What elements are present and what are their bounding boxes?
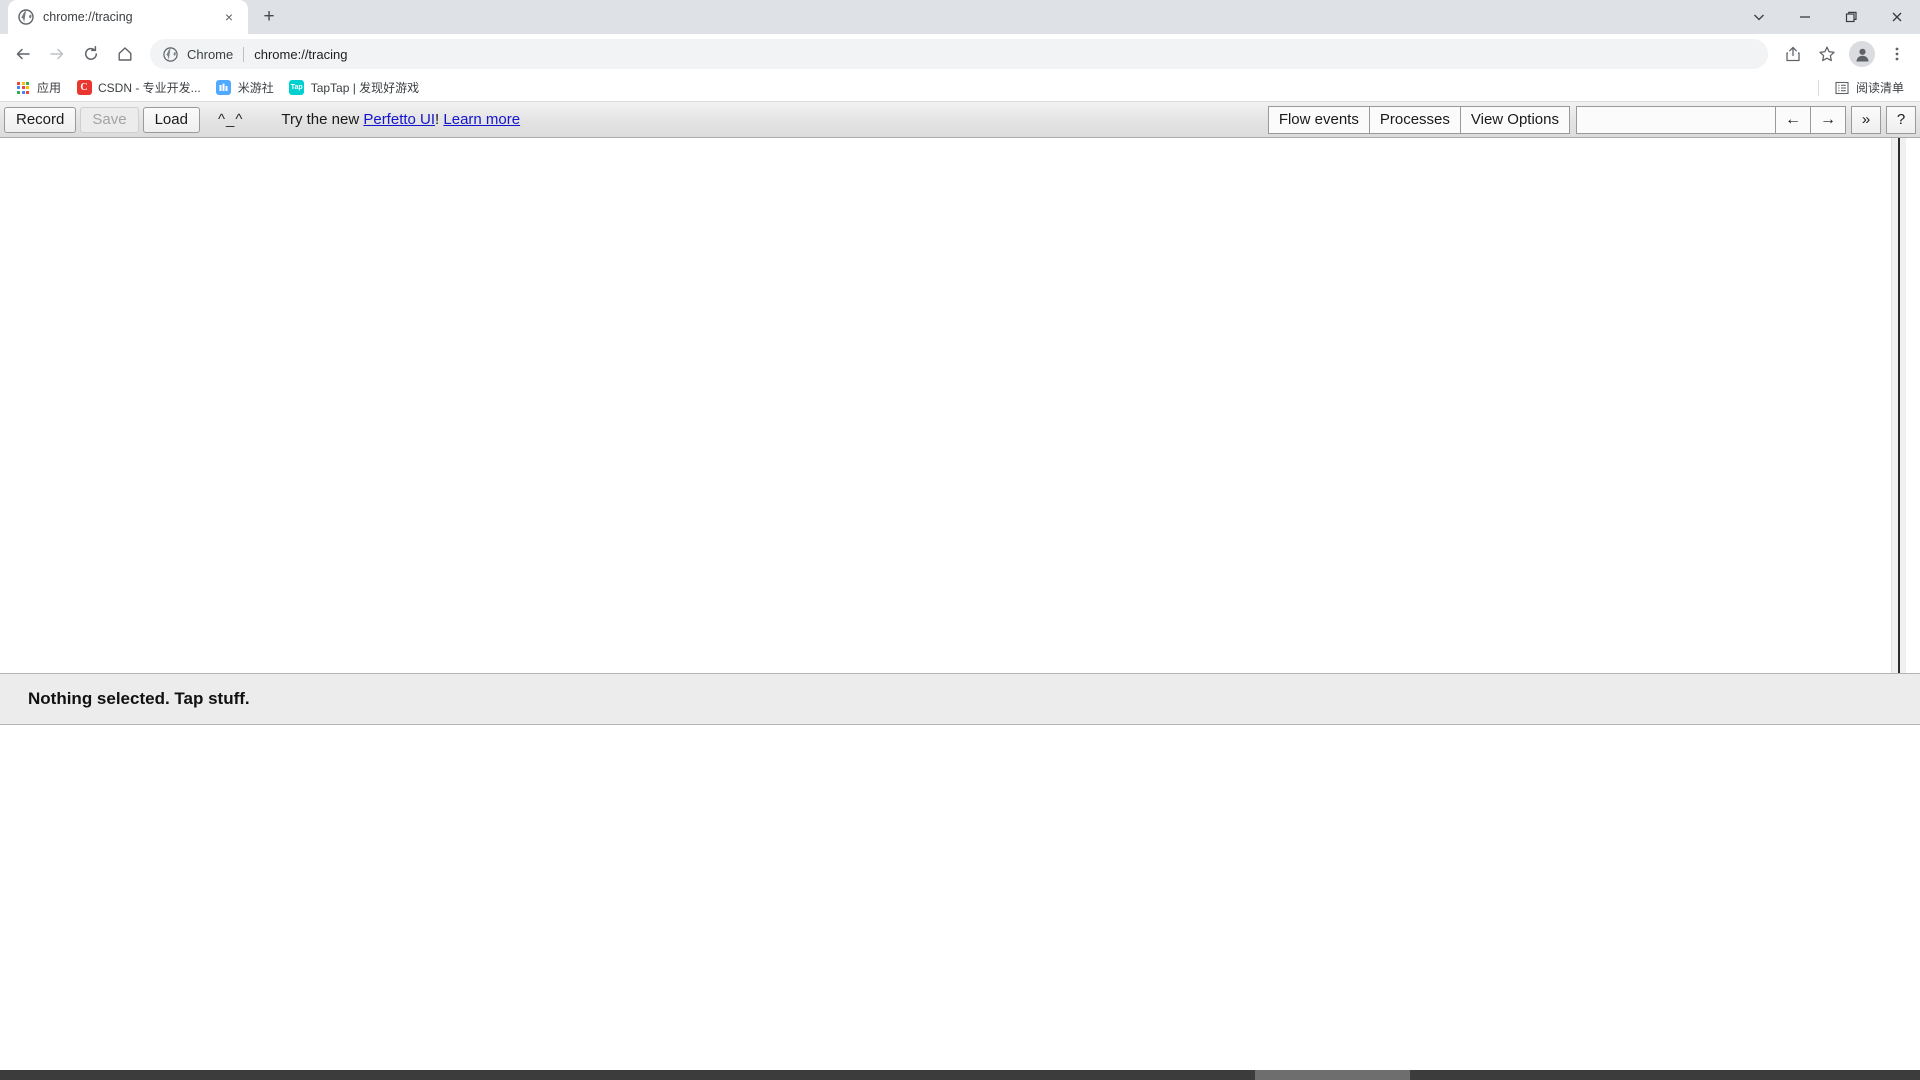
timeline-right-margin (1906, 138, 1920, 673)
csdn-icon-text: C (76, 80, 92, 95)
record-button[interactable]: Record (4, 106, 77, 133)
browser-tab[interactable]: chrome://tracing × (8, 0, 248, 34)
learn-more-link[interactable]: Learn more (443, 111, 520, 128)
timeline-canvas[interactable] (0, 138, 1920, 673)
perfetto-ui-link[interactable]: Perfetto UI (363, 111, 435, 128)
close-icon[interactable] (1874, 0, 1920, 34)
forward-button[interactable] (40, 37, 74, 71)
perfetto-notice: Try the new Perfetto UI! Learn more (281, 111, 520, 128)
omnibox-url[interactable]: chrome://tracing (254, 47, 347, 62)
close-icon[interactable]: × (220, 8, 238, 26)
star-icon[interactable] (1810, 37, 1844, 71)
timeline-tracks-area[interactable] (0, 138, 1891, 673)
processes-button[interactable]: Processes (1368, 105, 1461, 134)
avatar[interactable] (1849, 41, 1875, 67)
timeline-scrollbar[interactable] (1891, 138, 1906, 673)
tracing-app: Record Save Load ^_^ Try the new Perfett… (0, 102, 1920, 1070)
address-bar[interactable]: Chrome chrome://tracing (150, 39, 1768, 69)
taskbar-segment-right (1410, 1070, 1920, 1080)
browser-window: chrome://tracing × + Chrome chrome://tra… (0, 0, 1920, 1080)
toolbar-right-group: Flow events Processes View Options ← → »… (1267, 105, 1916, 134)
reading-list-label: 阅读清单 (1855, 81, 1904, 95)
omnibox-separator (243, 46, 245, 62)
maximize-icon[interactable] (1828, 0, 1874, 34)
back-button[interactable] (6, 37, 40, 71)
chrome-tracing-globe-icon (18, 9, 34, 25)
tab-title: chrome://tracing (43, 10, 133, 24)
taptap-icon: Tap (289, 80, 305, 96)
bookmark-apps[interactable]: 应用 (8, 77, 68, 99)
help-button[interactable]: ? (1886, 105, 1916, 134)
csdn-icon: C (76, 80, 92, 96)
notice-prefix: Try the new (281, 111, 364, 128)
chevron-down-icon[interactable] (1736, 0, 1782, 34)
share-icon[interactable] (1776, 37, 1810, 71)
tracing-toolbar: Record Save Load ^_^ Try the new Perfett… (0, 102, 1920, 138)
bookmarks-divider (1817, 79, 1819, 96)
overflow-button[interactable]: » (1851, 105, 1881, 134)
taskbar-segment-left (0, 1070, 1255, 1080)
browser-menu-button[interactable] (1880, 37, 1914, 71)
search-input[interactable] (1576, 105, 1776, 134)
home-button[interactable] (108, 37, 142, 71)
navbar-actions (1776, 37, 1914, 71)
bookmark-label: CSDN - 专业开发... (98, 81, 201, 95)
reading-list-icon (1834, 80, 1850, 96)
bookmark-taptap[interactable]: Tap TapTap | 发现好游戏 (282, 77, 426, 99)
search-prev-button[interactable]: ← (1775, 105, 1811, 134)
reading-list-button[interactable]: 阅读清单 (1827, 77, 1911, 99)
status-message: Nothing selected. Tap stuff. (28, 689, 250, 708)
search-next-button[interactable]: → (1810, 105, 1846, 134)
bookmark-miyoushe[interactable]: 米游社 (209, 77, 281, 99)
miyoushe-icon (216, 80, 232, 96)
emoticon-label: ^_^ (217, 111, 244, 128)
apps-grid-icon (15, 80, 31, 96)
taptap-icon-text: Tap (289, 80, 305, 95)
window-controls (1736, 0, 1920, 34)
taskbar[interactable] (0, 1070, 1920, 1080)
navigation-bar: Chrome chrome://tracing (0, 34, 1920, 74)
selection-status-bar: Nothing selected. Tap stuff. (0, 673, 1920, 725)
bookmark-csdn[interactable]: C CSDN - 专业开发... (69, 77, 208, 99)
save-button[interactable]: Save (80, 106, 139, 133)
minimize-icon[interactable] (1782, 0, 1828, 34)
view-options-button[interactable]: View Options (1459, 105, 1570, 134)
timeline-scrollbar-thumb[interactable] (1898, 138, 1900, 673)
bookmarks-bar: 应用 C CSDN - 专业开发... 米游社 Tap TapTap | 发现好… (0, 74, 1920, 102)
taskbar-segment-active[interactable] (1255, 1070, 1410, 1080)
bookmark-label: TapTap | 发现好游戏 (310, 81, 420, 95)
new-tab-button[interactable]: + (254, 2, 284, 32)
flow-events-button[interactable]: Flow events (1267, 105, 1370, 134)
reading-list-area: 阅读清单 (1810, 77, 1912, 99)
load-button[interactable]: Load (142, 106, 200, 133)
reload-button[interactable] (74, 37, 108, 71)
tab-strip: chrome://tracing × + (0, 0, 1920, 34)
details-panel[interactable] (0, 725, 1920, 1070)
bookmark-label: 米游社 (237, 81, 274, 95)
bookmark-label: 应用 (37, 81, 62, 95)
chrome-icon (162, 46, 178, 62)
omnibox-chip: Chrome (187, 46, 234, 62)
